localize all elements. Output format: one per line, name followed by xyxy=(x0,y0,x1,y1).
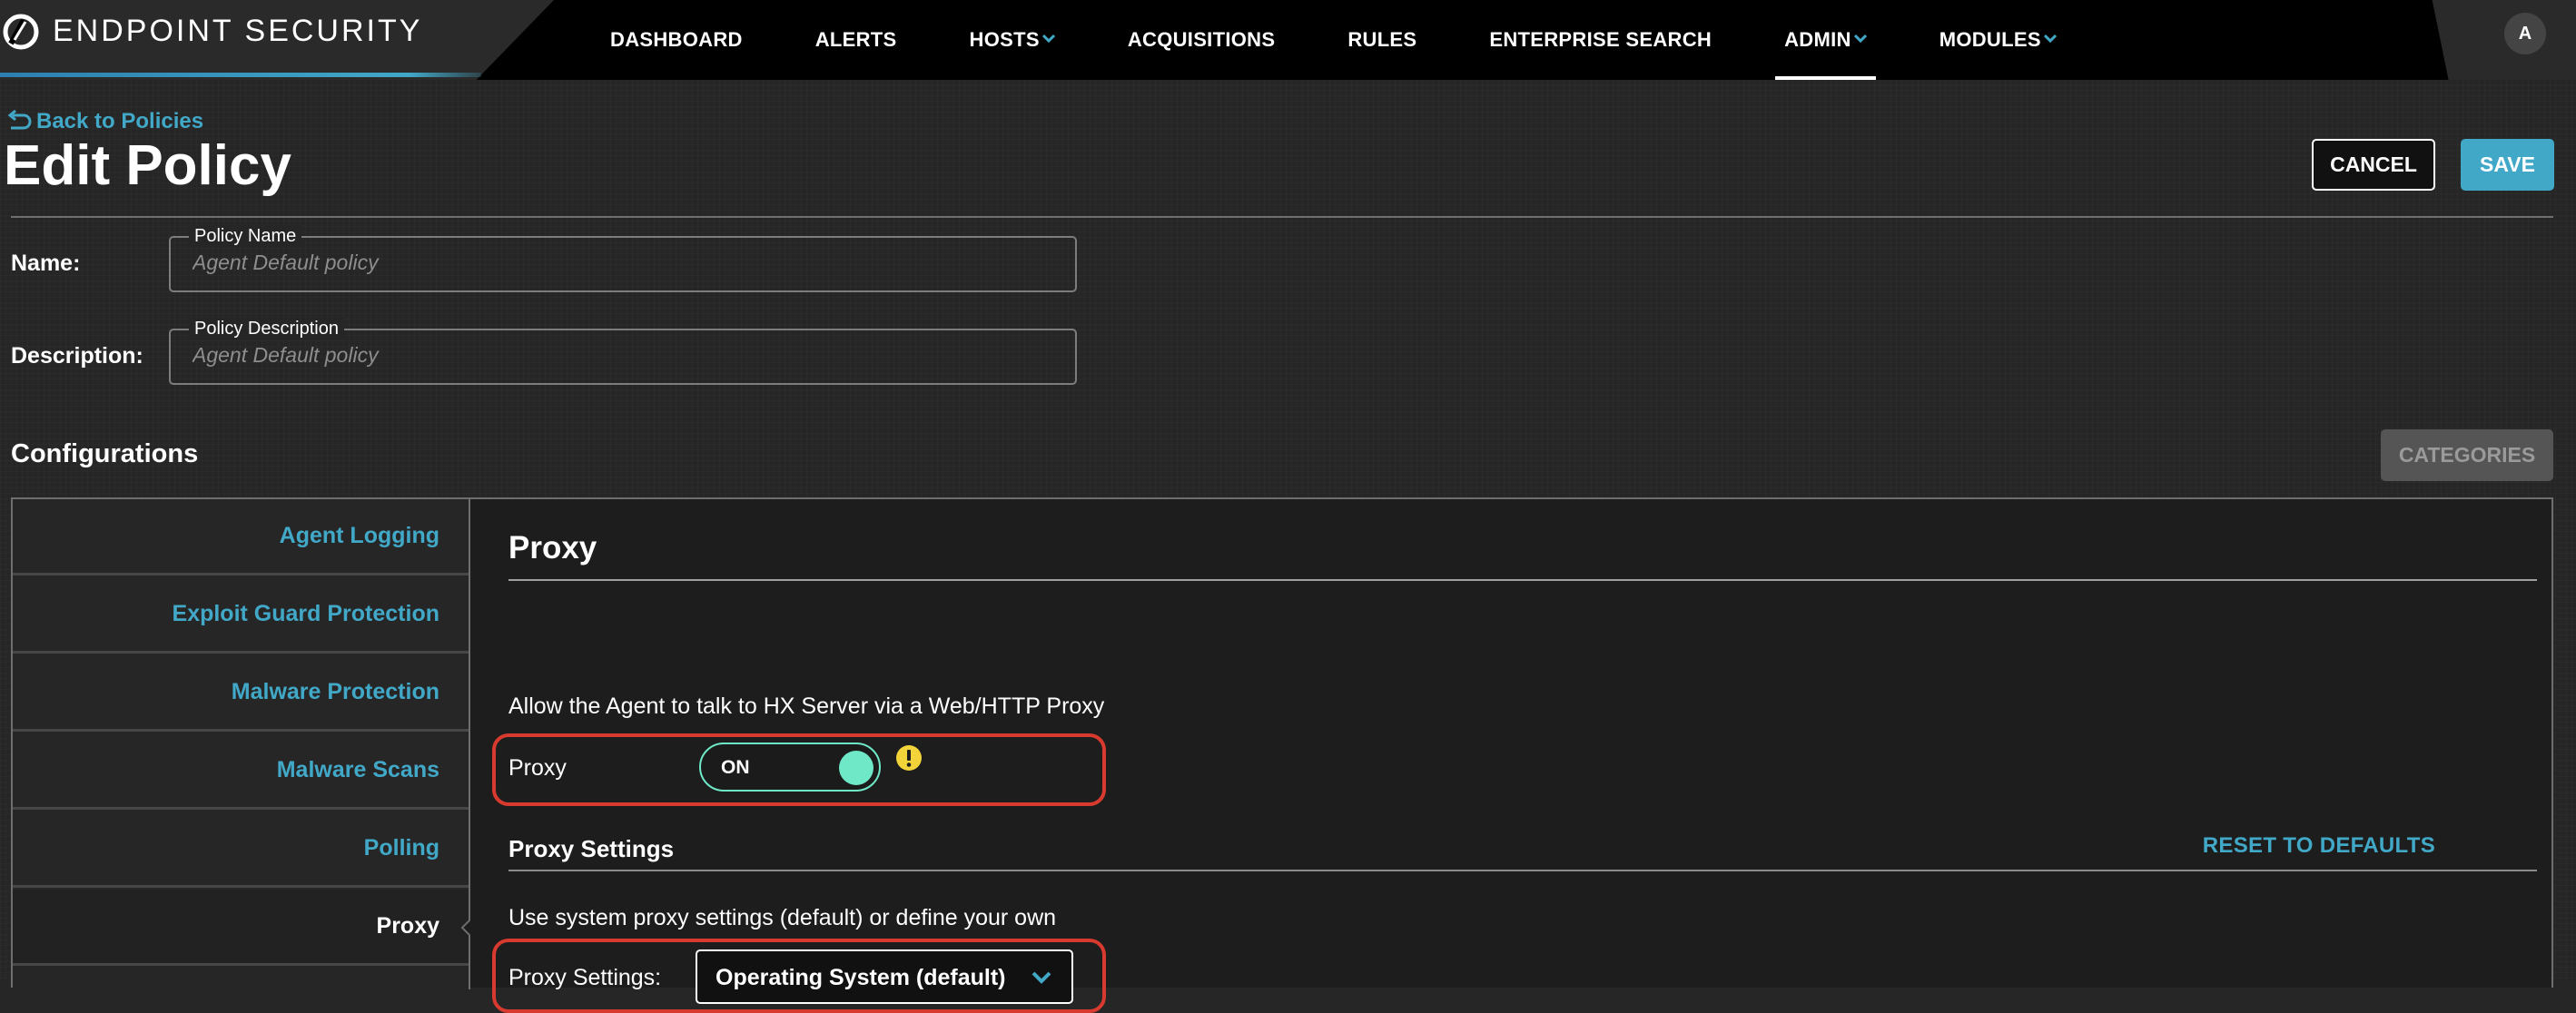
sidebar-item-label: Proxy xyxy=(376,913,439,939)
section-title: Proxy xyxy=(508,530,597,566)
policy-description-field[interactable]: Policy Description xyxy=(169,318,1077,385)
nav-label: ENTERPRISE SEARCH xyxy=(1489,28,1712,51)
section-divider xyxy=(508,579,2537,581)
nav-label: ACQUISITIONS xyxy=(1127,28,1276,51)
policy-name-input[interactable] xyxy=(192,251,1010,275)
nav-label: ADMIN xyxy=(1784,28,1851,51)
title-divider xyxy=(11,216,2553,218)
policy-description-input[interactable] xyxy=(192,343,1010,368)
main-nav: DASHBOARD ALERTS HOSTS ACQUISITIONS RULE… xyxy=(610,0,2129,80)
brand-accent-bar xyxy=(0,73,481,77)
back-arrow-icon xyxy=(7,110,32,130)
cancel-button[interactable]: CANCEL xyxy=(2312,139,2435,191)
back-to-policies-link[interactable]: Back to Policies xyxy=(5,109,203,134)
nav-alerts[interactable]: ALERTS xyxy=(815,0,897,80)
proxy-settings-divider xyxy=(508,870,2537,871)
categories-button[interactable]: CATEGORIES xyxy=(2381,429,2553,481)
nav-hosts[interactable]: HOSTS xyxy=(970,0,1055,80)
user-avatar[interactable]: A xyxy=(2504,13,2546,54)
nav-dashboard[interactable]: DASHBOARD xyxy=(610,0,743,80)
warning-icon[interactable] xyxy=(895,744,923,772)
page-content: Back to Policies Edit Policy CANCEL SAVE… xyxy=(0,80,2576,1013)
toggle-state-label: ON xyxy=(721,757,750,778)
proxy-settings-select[interactable]: Operating System (default) xyxy=(696,949,1073,1004)
reset-to-defaults-link[interactable]: RESET TO DEFAULTS xyxy=(2203,833,2435,859)
proxy-settings-content: Proxy Allow the Agent to talk to HX Serv… xyxy=(481,499,2542,1013)
sidebar-item-label: Malware Protection xyxy=(231,679,439,704)
brand-logo-icon xyxy=(3,14,39,50)
sidebar-item-malware-scans[interactable]: Malware Scans xyxy=(13,733,469,810)
nav-rules[interactable]: RULES xyxy=(1347,0,1416,80)
description-label: Description: xyxy=(11,343,143,369)
chevron-down-icon xyxy=(1041,34,1055,44)
configurations-panel: Agent Logging Exploit Guard Protection M… xyxy=(11,497,2553,1013)
nav-enterprise-search[interactable]: ENTERPRISE SEARCH xyxy=(1489,0,1712,80)
page-title: Edit Policy xyxy=(4,134,291,197)
nav-modules[interactable]: MODULES xyxy=(1939,0,2057,80)
top-navbar: ENDPOINT SECURITY DASHBOARD ALERTS HOSTS… xyxy=(0,0,2576,80)
nav-acquisitions[interactable]: ACQUISITIONS xyxy=(1128,0,1276,80)
nav-label: DASHBOARD xyxy=(610,28,743,51)
nav-label: HOSTS xyxy=(969,28,1040,51)
name-label: Name: xyxy=(11,251,81,276)
chevron-down-icon xyxy=(1031,971,1051,984)
sidebar-item-polling[interactable]: Polling xyxy=(13,811,469,888)
sidebar-item-label: Malware Scans xyxy=(276,757,439,782)
brand-name[interactable]: ENDPOINT SECURITY xyxy=(53,13,422,49)
nav-label: ALERTS xyxy=(814,28,897,51)
policy-description-legend: Policy Description xyxy=(189,318,344,339)
sidebar-item-exploit-guard-protection[interactable]: Exploit Guard Protection xyxy=(13,577,469,654)
user-area xyxy=(2432,0,2576,80)
nav-admin[interactable]: ADMIN xyxy=(1775,0,1876,80)
proxy-toggle[interactable]: ON xyxy=(699,743,881,792)
back-link-label: Back to Policies xyxy=(36,109,204,133)
sidebar-item-proxy[interactable]: Proxy xyxy=(13,890,470,966)
sidebar-item-agent-logging[interactable]: Agent Logging xyxy=(13,499,469,575)
proxy-description: Allow the Agent to talk to HX Server via… xyxy=(508,693,1105,719)
proxy-toggle-label: Proxy xyxy=(508,755,567,781)
toggle-knob xyxy=(839,751,873,785)
sidebar-item-label: Exploit Guard Protection xyxy=(172,601,439,626)
nav-label: MODULES xyxy=(1939,28,2041,51)
sidebar-item-malware-protection[interactable]: Malware Protection xyxy=(13,655,469,732)
sidebar-item-label: Polling xyxy=(363,835,439,861)
save-button[interactable]: SAVE xyxy=(2461,139,2554,191)
policy-name-field[interactable]: Policy Name xyxy=(169,225,1077,292)
sidebar-item-label: Agent Logging xyxy=(279,523,439,548)
config-sidebar: Agent Logging Exploit Guard Protection M… xyxy=(13,499,470,989)
policy-name-legend: Policy Name xyxy=(189,225,302,247)
chevron-down-icon xyxy=(2043,34,2057,44)
proxy-settings-title: Proxy Settings xyxy=(508,835,675,862)
nav-label: RULES xyxy=(1347,28,1417,51)
chevron-down-icon xyxy=(1853,34,1867,44)
active-indicator-icon xyxy=(460,920,470,936)
configurations-title: Configurations xyxy=(11,439,199,468)
proxy-settings-description: Use system proxy settings (default) or d… xyxy=(508,905,1057,930)
